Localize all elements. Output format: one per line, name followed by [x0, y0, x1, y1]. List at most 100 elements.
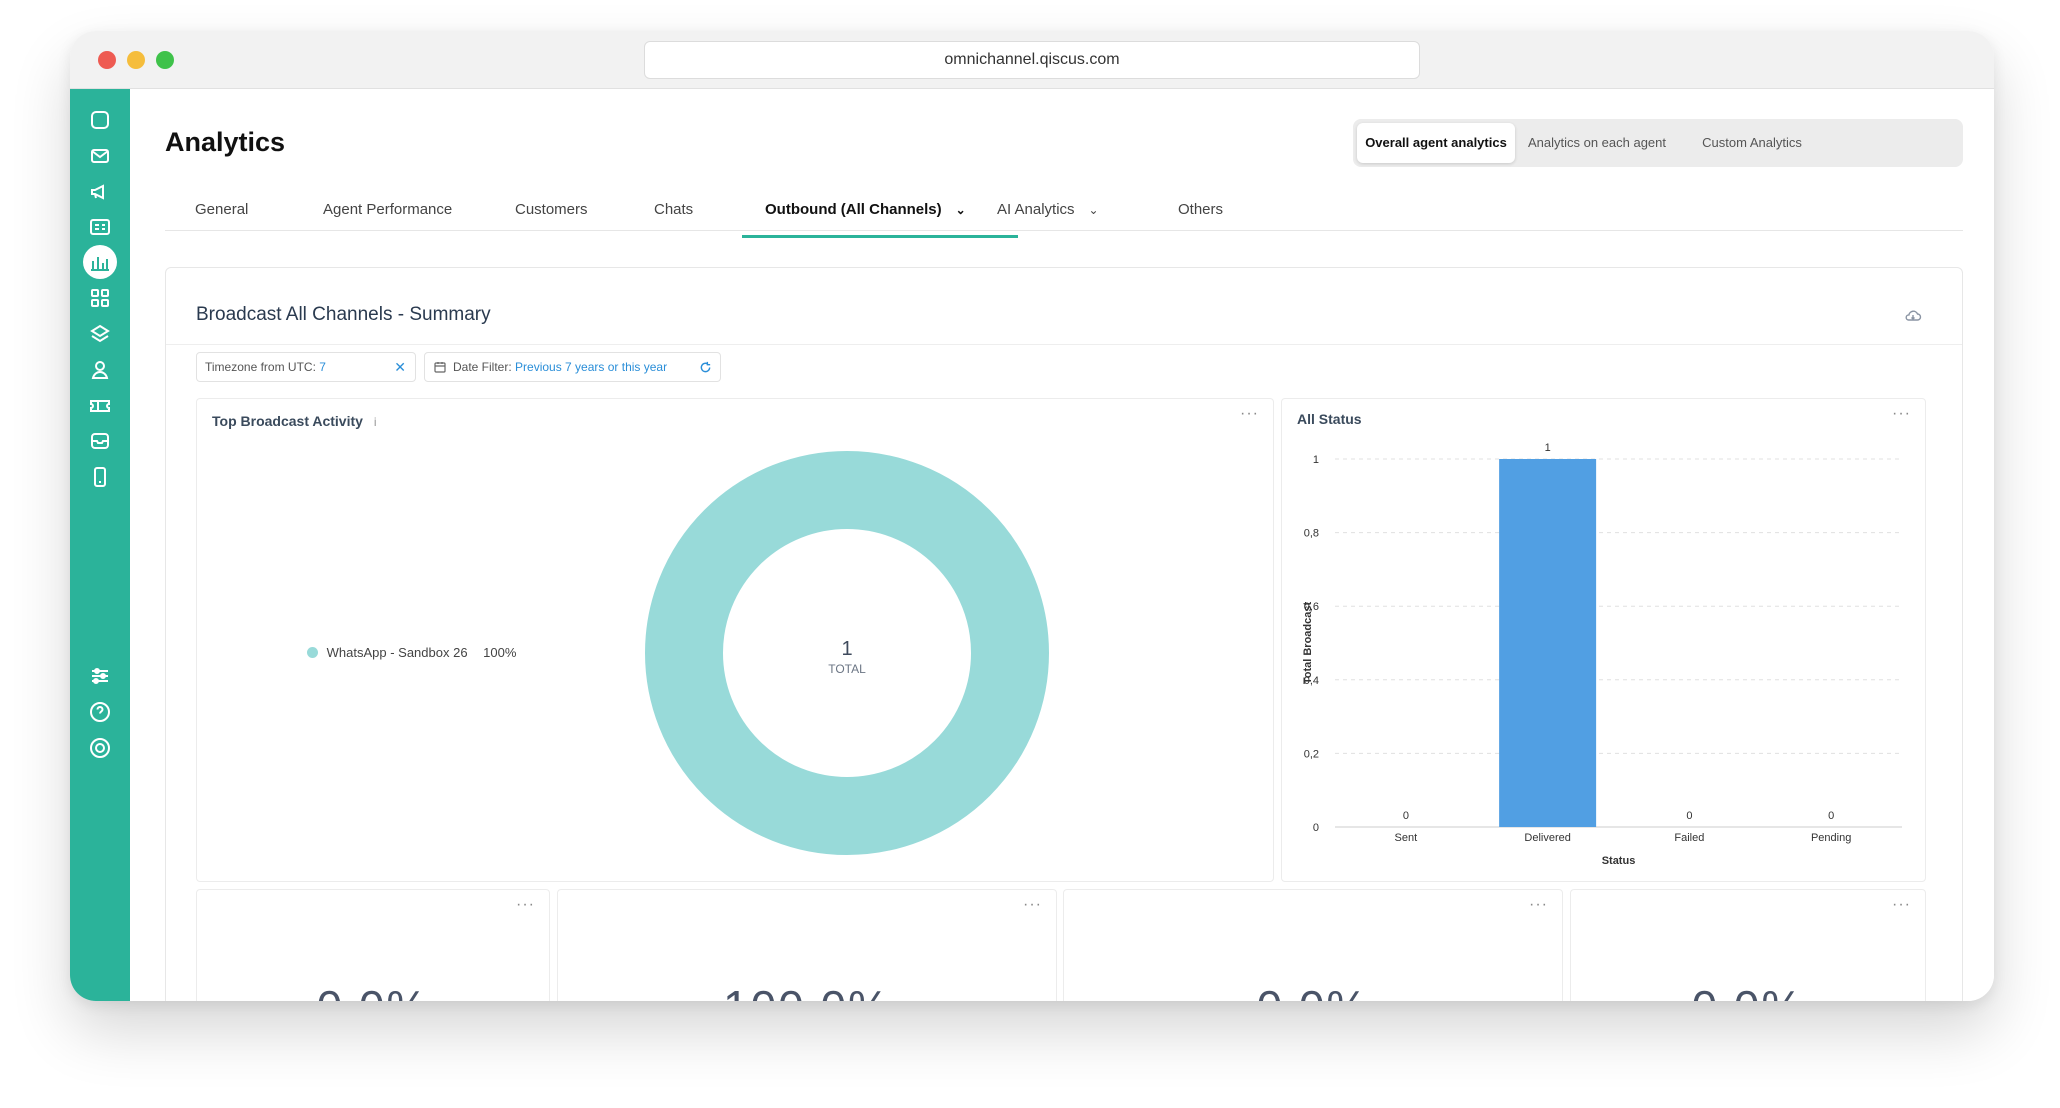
- sidebar-item-broadcast[interactable]: [83, 175, 117, 209]
- tab-outbound-label: Outbound (All Channels): [765, 201, 942, 218]
- metric-card-4: ··· 0.0%: [1570, 889, 1926, 1001]
- sidebar-item-apps[interactable]: [83, 281, 117, 315]
- analytics-icon: [91, 257, 109, 271]
- calendar-icon: [434, 362, 446, 373]
- contact-card-icon: [90, 219, 110, 235]
- x-tick-label: Delivered: [1524, 832, 1570, 844]
- mail-icon: [91, 149, 109, 163]
- y-axis-title: Total Broadcast: [1302, 602, 1314, 685]
- layers-icon: [90, 324, 110, 343]
- timezone-label: Timezone from UTC:: [205, 360, 316, 374]
- donut-panel: Top Broadcast Activity i ··· WhatsApp - …: [196, 398, 1274, 882]
- bar-data-label: 0: [1686, 810, 1692, 822]
- donut-total-label: TOTAL: [828, 662, 866, 676]
- overall-agent-analytics-button[interactable]: Overall agent analytics: [1357, 123, 1515, 163]
- chat-icon: [91, 111, 109, 129]
- metric-card-1: ··· 0.0%: [196, 889, 550, 1001]
- chevron-down-icon: ⌄: [955, 203, 966, 217]
- grid-icon: [91, 289, 109, 307]
- more-options-icon[interactable]: ···: [516, 896, 535, 914]
- summary-title: Broadcast All Channels - Summary: [196, 304, 491, 325]
- metric-value: 0.0%: [1571, 980, 1925, 1001]
- user-icon: [91, 361, 109, 379]
- status-panel: All Status ··· 0 0,2 0,4 0,6 0,8 1 0 Sent 1 Deliv…: [1281, 398, 1926, 882]
- active-tab-indicator: [742, 235, 1018, 238]
- browser-window: omnichannel.qiscus.com Analytics Overall…: [70, 31, 1994, 1001]
- legend-label: WhatsApp - Sandbox 26: [326, 645, 468, 660]
- metric-card-2: ··· 100.0%: [557, 889, 1057, 1001]
- status-bar-chart: 00,20,40,60,810Sent1Delivered0Failed0Pen…: [1302, 442, 1902, 867]
- donut-legend[interactable]: WhatsApp - Sandbox 26 100%: [307, 645, 516, 660]
- x-tick-label: Failed: [1674, 832, 1704, 844]
- custom-analytics-button[interactable]: Custom Analytics: [1679, 123, 1825, 163]
- sidebar-item-mail[interactable]: [83, 139, 117, 173]
- y-tick-label: 1: [1313, 454, 1319, 466]
- tab-outbound[interactable]: Outbound (All Channels) ⌄: [765, 197, 966, 231]
- tab-ai-analytics-label: AI Analytics: [997, 201, 1075, 218]
- inbox-icon: [91, 433, 109, 449]
- analytics-each-agent-button[interactable]: Analytics on each agent: [1517, 123, 1677, 163]
- y-tick-label: 0,8: [1304, 528, 1319, 540]
- bar-delivered[interactable]: [1499, 459, 1597, 827]
- donut-panel-title: Top Broadcast Activity i: [212, 413, 376, 429]
- metric-value: 100.0%: [558, 980, 1056, 1001]
- x-tick-label: Sent: [1395, 832, 1418, 844]
- tab-general[interactable]: General: [195, 197, 248, 231]
- clear-icon[interactable]: ✕: [394, 353, 406, 381]
- sliders-icon: [92, 668, 108, 684]
- tab-customers[interactable]: Customers: [515, 197, 588, 231]
- more-options-icon[interactable]: ···: [1529, 896, 1548, 914]
- x-tick-label: Pending: [1811, 832, 1851, 844]
- donut-chart: 1 TOTAL: [645, 451, 1049, 855]
- sidebar-item-inbox[interactable]: [83, 424, 117, 458]
- date-filter-label: Date Filter:: [453, 360, 512, 374]
- sidebar-item-contacts[interactable]: [83, 210, 117, 244]
- sidebar-item-layers[interactable]: [83, 317, 117, 351]
- more-options-icon[interactable]: ···: [1892, 896, 1911, 914]
- tab-ai-analytics[interactable]: AI Analytics ⌄: [997, 197, 1099, 231]
- bar-data-label: 0: [1403, 810, 1409, 822]
- maximize-window-button[interactable]: [156, 51, 174, 69]
- sidebar-item-mobile[interactable]: [83, 460, 117, 494]
- date-filter[interactable]: Date Filter: Previous 7 years or this ye…: [424, 352, 721, 382]
- sidebar-item-agents[interactable]: [83, 353, 117, 387]
- sidebar-item-analytics[interactable]: [83, 245, 117, 279]
- minimize-window-button[interactable]: [127, 51, 145, 69]
- cloud-download-icon[interactable]: [1904, 308, 1922, 322]
- donut-title: Top Broadcast Activity: [212, 413, 363, 429]
- close-window-button[interactable]: [98, 51, 116, 69]
- tab-others[interactable]: Others: [1178, 197, 1223, 231]
- sidebar-item-tickets[interactable]: [83, 389, 117, 423]
- y-tick-label: 0: [1313, 822, 1319, 834]
- more-options-icon[interactable]: ···: [1023, 896, 1042, 914]
- analytics-tabs: General Agent Performance Customers Chat…: [165, 197, 1963, 231]
- mobile-icon: [94, 467, 106, 487]
- browser-titlebar: omnichannel.qiscus.com: [70, 31, 1994, 89]
- ticket-icon: [90, 400, 110, 412]
- sidebar-item-profile[interactable]: [83, 731, 117, 765]
- donut-total-value: 1: [841, 638, 852, 660]
- timezone-value: 7: [319, 360, 326, 374]
- metric-card-3: ··· 0.0%: [1063, 889, 1563, 1001]
- page-title: Analytics: [165, 127, 286, 157]
- bar-data-label: 1: [1545, 442, 1551, 454]
- tab-agent-performance[interactable]: Agent Performance: [323, 197, 452, 231]
- sidebar-item-chat[interactable]: [83, 103, 117, 137]
- info-icon[interactable]: i: [374, 415, 377, 429]
- refresh-icon[interactable]: [699, 361, 712, 374]
- address-bar[interactable]: omnichannel.qiscus.com: [644, 41, 1420, 79]
- date-filter-value: Previous 7 years or this year: [515, 360, 668, 374]
- timezone-filter[interactable]: Timezone from UTC: 7 ✕: [196, 352, 416, 382]
- y-tick-label: 0,2: [1304, 748, 1319, 760]
- sidebar: [70, 89, 130, 1001]
- sidebar-item-help[interactable]: [83, 695, 117, 729]
- more-options-icon[interactable]: ···: [1240, 405, 1259, 423]
- tab-chats[interactable]: Chats: [654, 197, 693, 231]
- metric-value: 0.0%: [197, 980, 549, 1001]
- card-divider: [166, 344, 1962, 345]
- legend-percent: 100%: [483, 645, 517, 660]
- main-content: Analytics Overall agent analytics Analyt…: [130, 89, 1994, 1001]
- sidebar-item-settings[interactable]: [83, 659, 117, 693]
- x-axis-title: Status: [1602, 855, 1636, 867]
- bar-data-label: 0: [1828, 810, 1834, 822]
